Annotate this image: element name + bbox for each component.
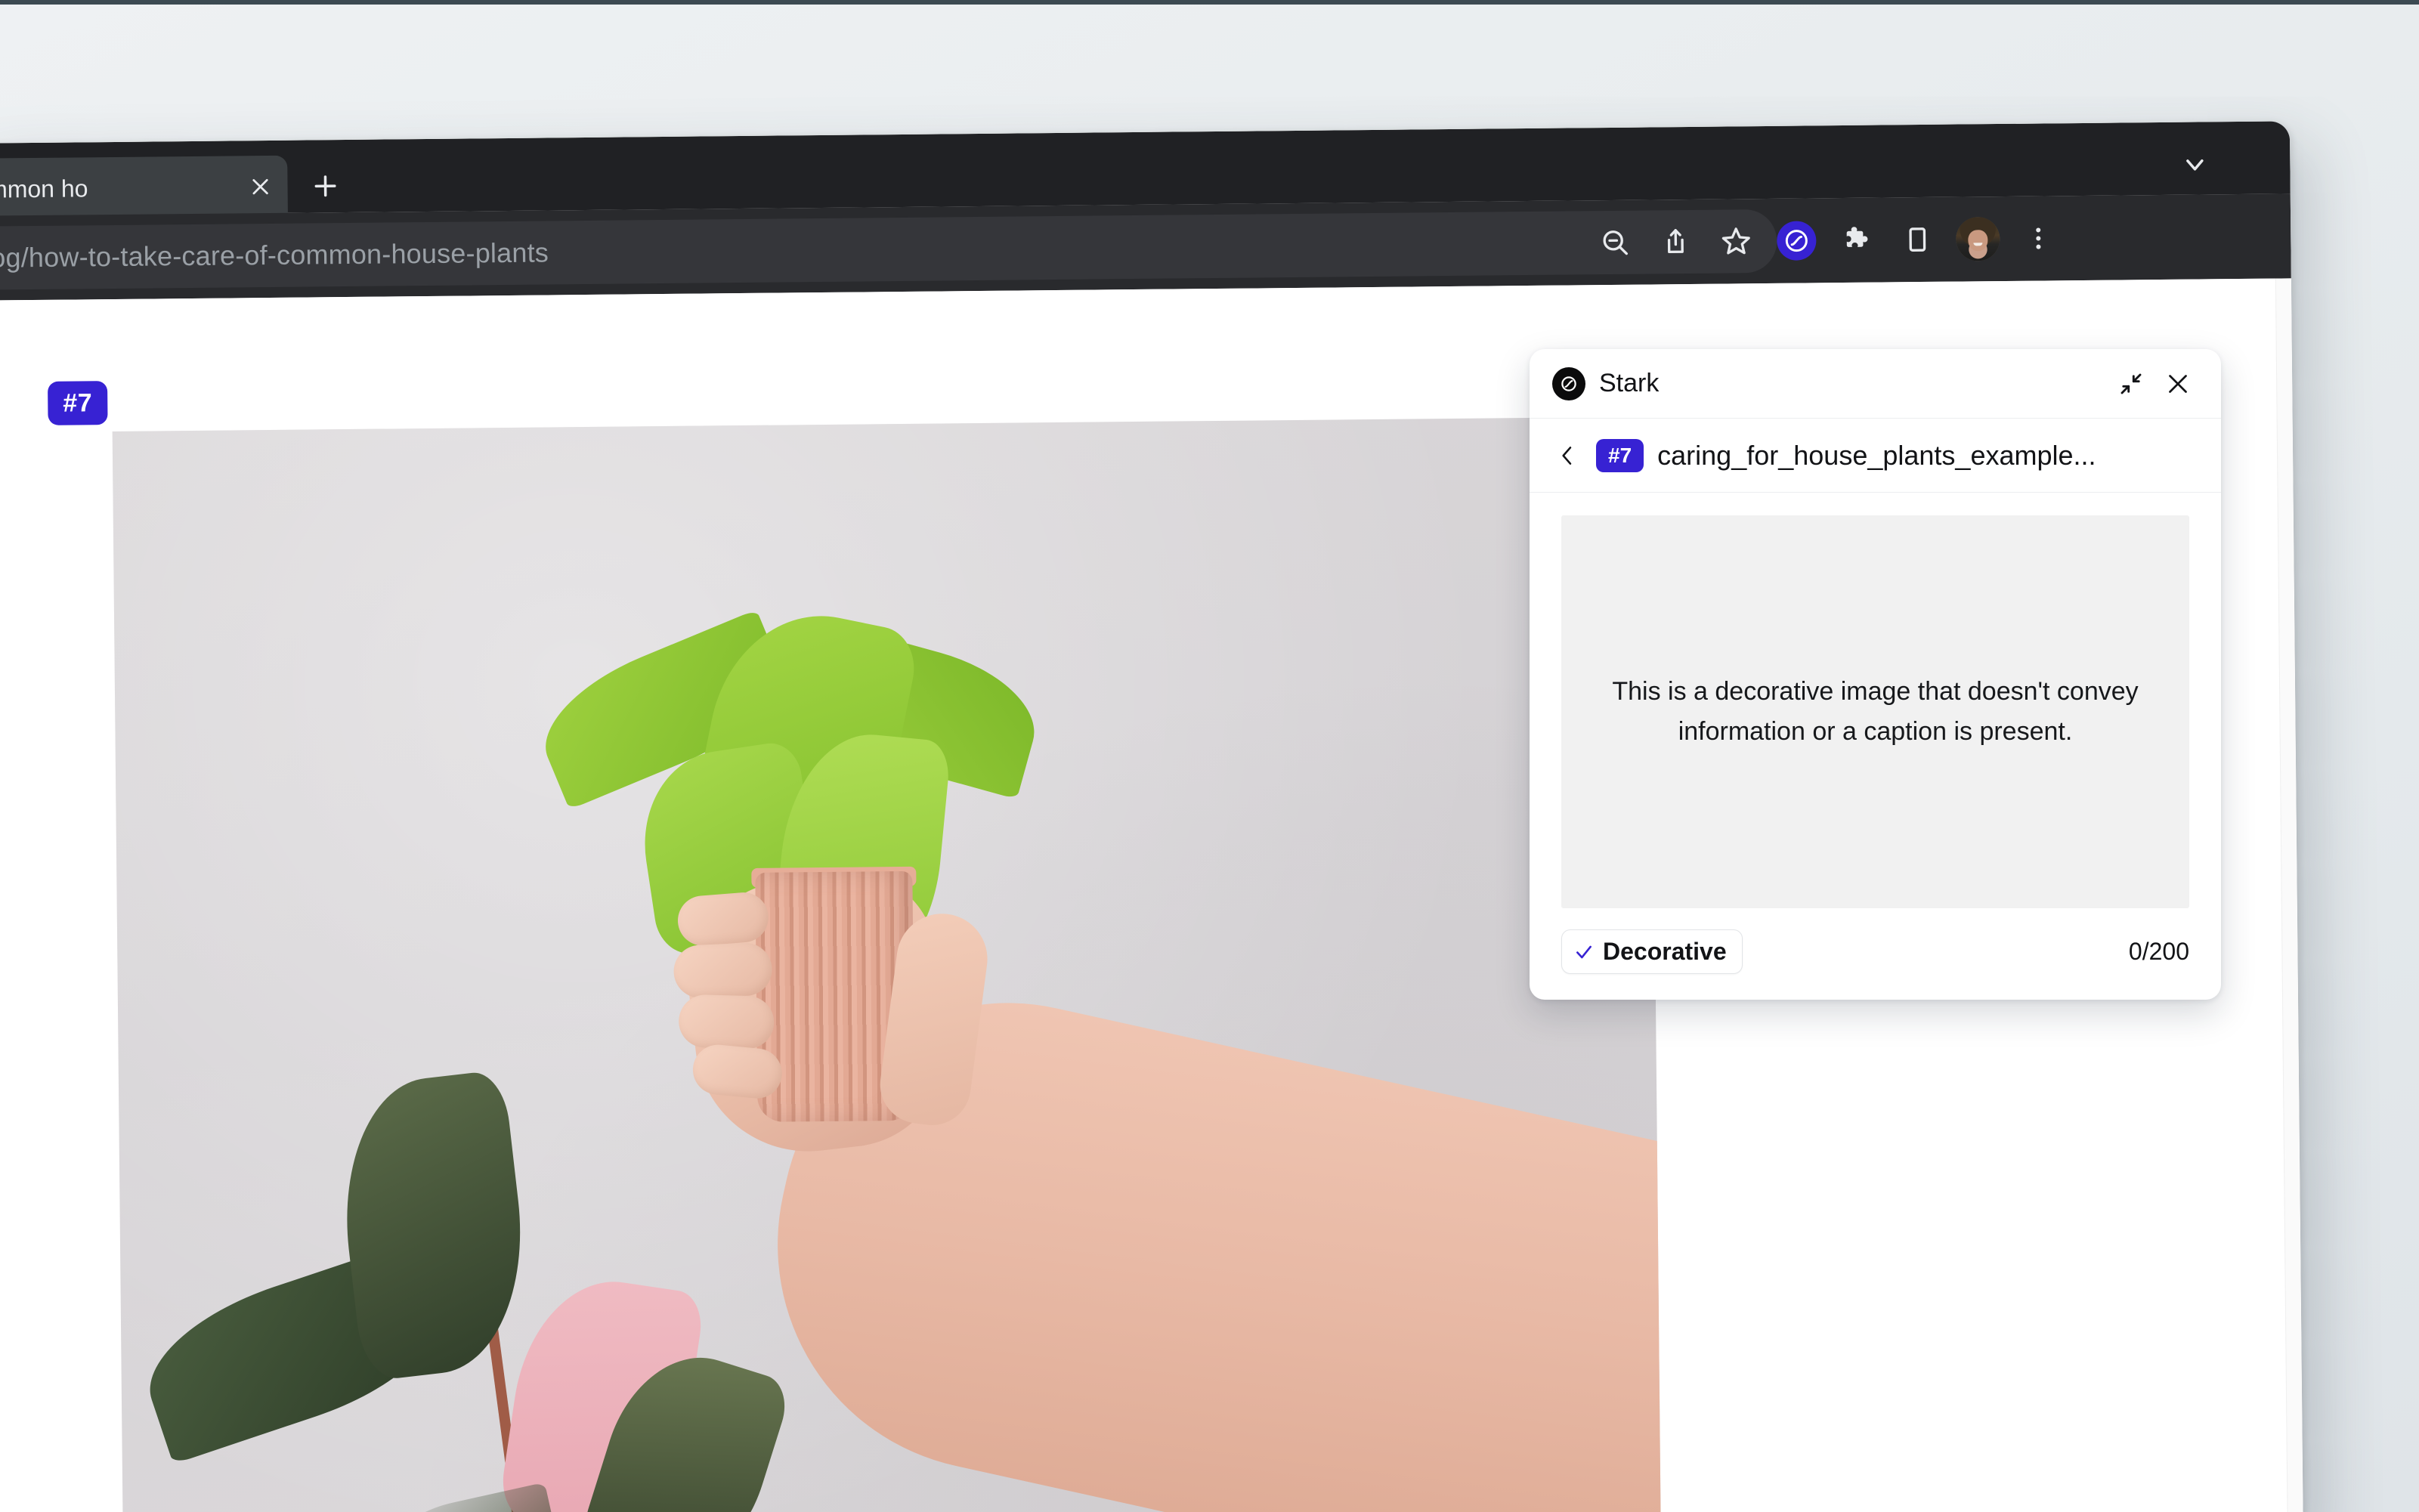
stark-image-filename: caring_for_house_plants_example... (1657, 439, 2096, 471)
url-path: /blog/how-to-take-care-of-common-house-p… (0, 237, 549, 274)
screenshot-stage: care of common ho nt (0, 0, 2419, 1512)
decorative-toggle[interactable]: Decorative (1561, 929, 1743, 974)
page-scrollbar[interactable] (2275, 278, 2304, 1512)
stark-panel-nav: #7 caring_for_house_plants_example... (1530, 419, 2221, 493)
chevron-left-icon[interactable] (1552, 441, 1582, 471)
url-text: nts.co/blog/how-to-take-care-of-common-h… (0, 237, 549, 274)
chevron-down-icon[interactable] (2169, 138, 2221, 190)
tab-title: care of common ho (0, 174, 88, 204)
stark-image-index-badge: #7 (1596, 438, 1644, 472)
omnibar-icon-group (1588, 196, 2066, 285)
plus-icon[interactable] (299, 159, 352, 213)
check-icon (1574, 942, 1594, 962)
close-icon[interactable] (239, 165, 282, 209)
stark-panel-footer: Decorative 0/200 (1530, 908, 2221, 1000)
zoom-out-icon[interactable] (1588, 215, 1643, 271)
alt-text-input[interactable]: This is a decorative image that doesn't … (1561, 515, 2189, 908)
desktop-top-strip (0, 0, 2419, 5)
close-icon[interactable] (2155, 360, 2201, 407)
bookmark-star-icon[interactable] (1709, 214, 1764, 269)
address-bar[interactable]: nts.co/blog/how-to-take-care-of-common-h… (0, 209, 1777, 292)
share-icon[interactable] (1648, 215, 1703, 270)
stark-panel: Stark #7 caring_for_house_plants_example… (1530, 349, 2221, 1000)
alt-text-placeholder: This is a decorative image that doesn't … (1612, 677, 2139, 746)
browser-tab-active[interactable]: care of common ho (0, 155, 288, 222)
article-photo (112, 416, 1663, 1512)
side-panel-icon[interactable] (1890, 212, 1945, 267)
stark-panel-title: Stark (1599, 369, 1660, 397)
stark-extension-icon[interactable] (1769, 213, 1824, 268)
person-finger (673, 942, 774, 1000)
stark-panel-body: This is a decorative image that doesn't … (1530, 493, 2221, 908)
image-index-badge[interactable]: #7 (48, 381, 108, 425)
character-counter: 0/200 (2128, 938, 2189, 965)
three-dot-menu-icon[interactable] (2011, 211, 2066, 266)
photo-canvas (112, 416, 1663, 1512)
person-finger (678, 994, 775, 1050)
stark-panel-header: Stark (1530, 349, 2221, 419)
decorative-label: Decorative (1603, 938, 1727, 965)
avatar[interactable] (1950, 212, 2006, 267)
puzzle-piece-icon[interactable] (1830, 212, 1885, 267)
collapse-icon[interactable] (2108, 360, 2155, 407)
stark-logo-icon (1552, 366, 1585, 400)
